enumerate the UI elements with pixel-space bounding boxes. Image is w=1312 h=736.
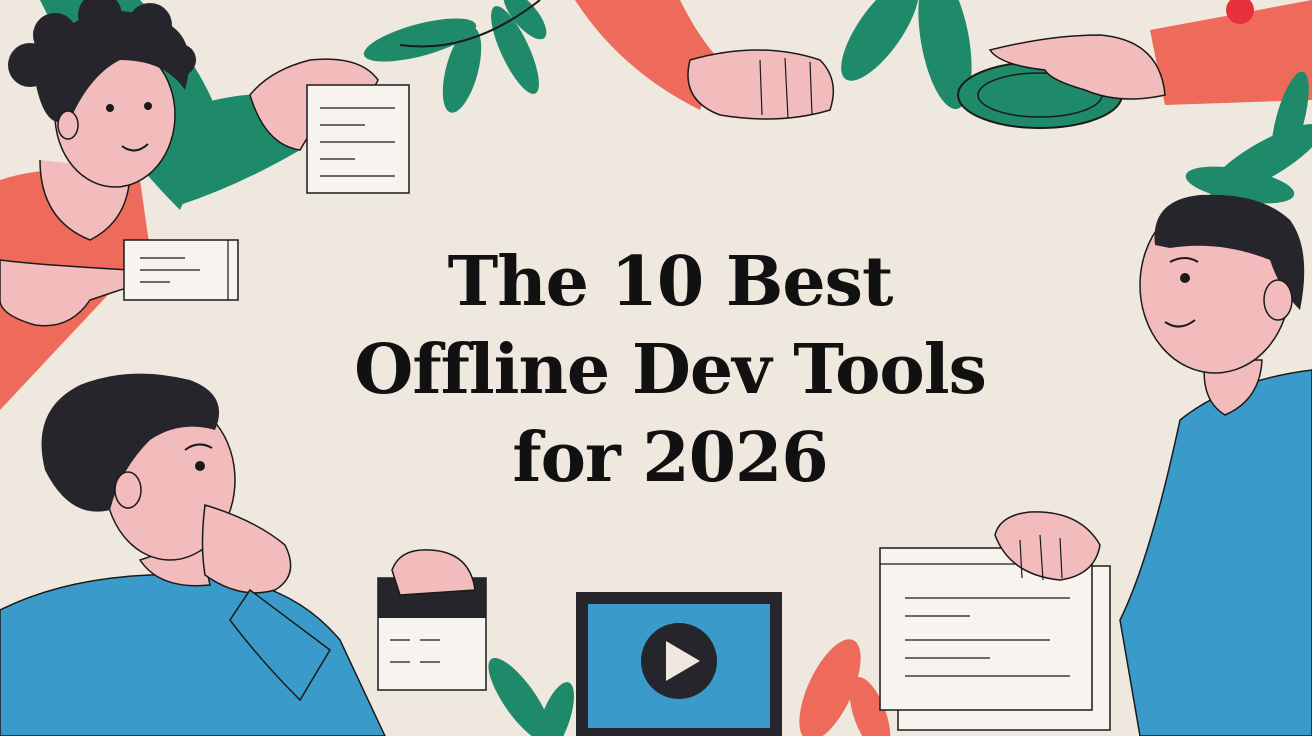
headline-line-3: for 2026 xyxy=(512,418,828,498)
top-arm xyxy=(575,0,835,120)
document-icon xyxy=(377,549,487,691)
top-right-hand xyxy=(957,0,1312,129)
document-icon xyxy=(879,511,1111,731)
headline-line-2: Offline Dev Tools xyxy=(354,330,987,410)
video-monitor xyxy=(576,592,782,736)
right-person xyxy=(1119,194,1312,736)
document-icon xyxy=(123,239,239,301)
illustration-canvas: The 10 Best Offline Dev Tools for 2026 xyxy=(0,0,1312,736)
headline: The 10 Best Offline Dev Tools for 2026 xyxy=(300,238,1040,502)
leaf-icon xyxy=(488,658,574,736)
document-icon xyxy=(306,84,410,194)
headline-line-1: The 10 Best xyxy=(447,242,894,322)
